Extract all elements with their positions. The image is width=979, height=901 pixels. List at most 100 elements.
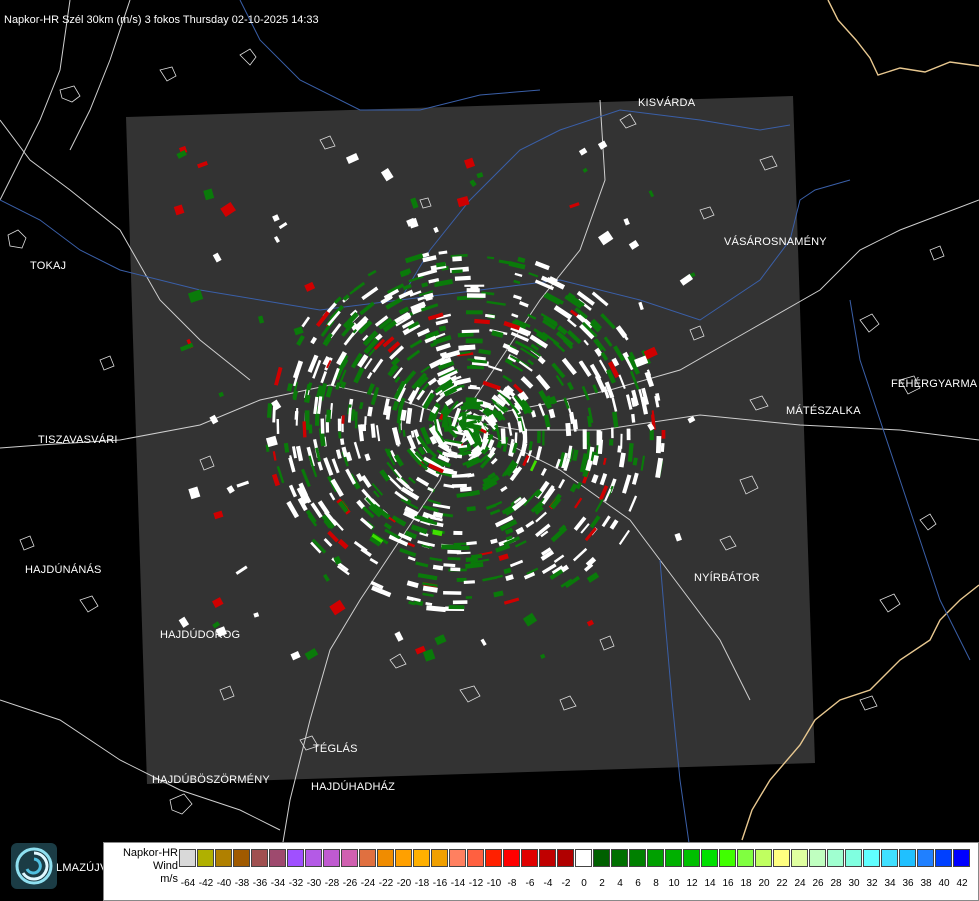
legend-tick-label: 10 xyxy=(668,878,679,889)
legend-swatch xyxy=(269,849,286,867)
radar-echo xyxy=(467,508,476,509)
radar-echo xyxy=(542,278,548,281)
radar-echo xyxy=(494,593,503,595)
radar-echo xyxy=(635,458,636,465)
legend-tick-label: -12 xyxy=(469,878,483,889)
radar-echo xyxy=(604,458,605,465)
radar-echo xyxy=(472,361,487,362)
radar-echo xyxy=(506,577,513,579)
legend-tick-label: -38 xyxy=(235,878,249,889)
radar-echo xyxy=(491,540,498,542)
legend-tick-label: -16 xyxy=(433,878,447,889)
legend-tick-label: -10 xyxy=(487,878,501,889)
legend-tick-label: -20 xyxy=(397,878,411,889)
radar-echo xyxy=(361,402,362,409)
legend-swatch xyxy=(413,849,430,867)
radar-map xyxy=(0,0,979,900)
legend-swatch xyxy=(377,849,394,867)
radar-echo xyxy=(614,412,616,427)
legend-swatch xyxy=(845,849,862,867)
radar-echo xyxy=(479,351,491,353)
radar-echo xyxy=(458,334,474,335)
city-label-hajdunanas: HAJDÚNÁNÁS xyxy=(25,564,102,576)
legend-title-line2: Wind xyxy=(106,860,178,873)
legend-tick-label: 6 xyxy=(635,878,641,889)
legend-swatch xyxy=(197,849,214,867)
legend-swatch xyxy=(863,849,880,867)
legend-swatch xyxy=(737,849,754,867)
radar-echo xyxy=(444,485,455,487)
radar-echo xyxy=(424,295,433,298)
radar-echo xyxy=(503,345,509,347)
radar-echo xyxy=(337,383,339,390)
legend-swatch xyxy=(485,849,502,867)
legend-tick-label: 18 xyxy=(740,878,751,889)
legend-swatch xyxy=(215,849,232,867)
legend-tick-label: 32 xyxy=(866,878,877,889)
radar-echo xyxy=(267,445,268,452)
city-label-nyirbator: NYÍRBÁTOR xyxy=(694,572,760,584)
city-label-tiszavasvari: TISZAVASVÁRI xyxy=(38,434,118,446)
radar-echo xyxy=(588,461,591,471)
legend-tick-label: -24 xyxy=(361,878,375,889)
radar-echo xyxy=(633,398,635,407)
radar-echo xyxy=(551,409,553,417)
radar-echo xyxy=(574,450,576,461)
legend-tick-label: 16 xyxy=(722,878,733,889)
radar-echo xyxy=(394,401,397,410)
radar-echo xyxy=(492,333,503,336)
radar-echo xyxy=(532,411,534,417)
legend-tick-label: -42 xyxy=(199,878,213,889)
radar-echo xyxy=(466,543,476,544)
radar-echo xyxy=(439,252,448,253)
legend-swatch xyxy=(539,849,556,867)
legend-swatch xyxy=(359,849,376,867)
radar-echo xyxy=(293,446,295,458)
legend-tick-label: -36 xyxy=(253,878,267,889)
radar-echo xyxy=(595,455,597,464)
radar-echo xyxy=(516,432,517,443)
radar-echo xyxy=(499,442,501,448)
radar-echo xyxy=(294,391,296,400)
legend-swatch xyxy=(665,849,682,867)
radar-echo xyxy=(457,298,470,299)
radar-echo xyxy=(474,358,486,359)
legend-tick-label: 14 xyxy=(704,878,715,889)
legend-swatch xyxy=(521,849,538,867)
radar-echo xyxy=(514,281,520,283)
radar-echo xyxy=(600,440,601,454)
radar-echo xyxy=(426,603,432,604)
legend-swatch xyxy=(341,849,358,867)
legend-swatch xyxy=(755,849,772,867)
city-label-fehergyarmat: FEHÉRGYARMA xyxy=(891,378,977,390)
radar-echo xyxy=(342,439,343,445)
radar-echo xyxy=(614,359,618,366)
legend-swatch xyxy=(917,849,934,867)
radar-echo xyxy=(633,414,634,423)
radar-echo xyxy=(467,475,474,476)
legend-swatch xyxy=(647,849,664,867)
radar-echo xyxy=(423,588,437,590)
legend-tick-label: -32 xyxy=(289,878,303,889)
legend-swatch xyxy=(593,849,610,867)
radar-echo xyxy=(433,514,442,516)
radar-echo xyxy=(462,331,479,332)
radar-echo xyxy=(452,258,461,259)
legend-tick-label: -40 xyxy=(217,878,231,889)
radar-echo xyxy=(485,315,495,317)
radar-echo xyxy=(429,280,439,282)
radar-echo xyxy=(426,608,445,610)
radar-echo xyxy=(463,403,483,404)
city-label-tokaj: TOKAJ xyxy=(30,260,66,272)
legend-swatch xyxy=(953,849,970,867)
radar-echo xyxy=(517,529,524,532)
radar-echo xyxy=(274,407,275,423)
radar-echo xyxy=(338,450,340,459)
legend-swatch xyxy=(611,849,628,867)
radar-echo xyxy=(530,441,532,450)
legend-swatches xyxy=(179,849,971,869)
legend-tick-label: 22 xyxy=(776,878,787,889)
legend-swatch xyxy=(701,849,718,867)
legend-tick-label: 28 xyxy=(830,878,841,889)
radar-echo xyxy=(519,421,521,432)
